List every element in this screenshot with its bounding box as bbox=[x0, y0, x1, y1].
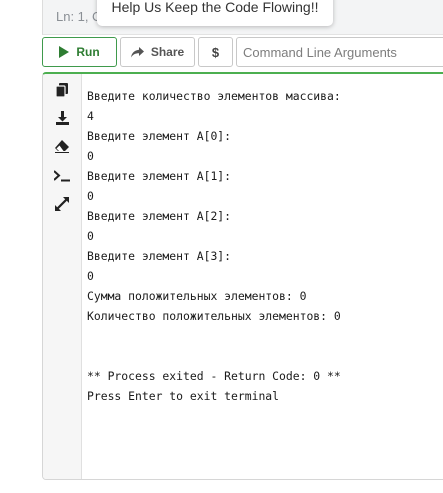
terminal-line: ** Process exited - Return Code: 0 ** bbox=[87, 369, 341, 383]
terminal-line: Количество положительных элементов: 0 bbox=[87, 309, 341, 323]
copy-icon[interactable] bbox=[54, 82, 70, 98]
share-button[interactable]: Share bbox=[120, 37, 195, 67]
terminal-line: Введите элемент A[0]: bbox=[87, 129, 232, 143]
terminal-toolbar bbox=[43, 74, 82, 479]
terminal-line: Введите элемент A[2]: bbox=[87, 209, 232, 223]
terminal-prompt-icon[interactable] bbox=[54, 168, 70, 184]
expand-icon[interactable] bbox=[54, 196, 70, 212]
terminal-line: 0 bbox=[87, 269, 94, 283]
play-icon bbox=[59, 46, 70, 58]
run-button-label: Run bbox=[76, 45, 100, 59]
clear-icon[interactable] bbox=[54, 138, 70, 154]
dollar-icon: $ bbox=[211, 44, 220, 60]
donate-tooltip: Help Us Keep the Code Flowing!! bbox=[97, 0, 333, 26]
terminal-line: Введите элемент A[3]: bbox=[87, 249, 232, 263]
cursor-position-label: Ln: 1, bbox=[56, 9, 89, 24]
terminal-line: 0 bbox=[87, 149, 94, 163]
share-icon bbox=[130, 46, 144, 57]
terminal-line: Введите количество элементов массива: bbox=[87, 89, 341, 103]
donate-button[interactable]: $ bbox=[198, 37, 233, 67]
run-button[interactable]: Run bbox=[42, 37, 117, 67]
terminal-line: 0 bbox=[87, 189, 94, 203]
terminal-line: Введите элемент A[1]: bbox=[87, 169, 232, 183]
terminal-line: 0 bbox=[87, 229, 94, 243]
terminal-line: Сумма положительных элементов: 0 bbox=[87, 289, 307, 303]
command-line-arguments-input[interactable] bbox=[236, 37, 443, 67]
terminal-output[interactable]: Введите количество элементов массива: 4 Вв… bbox=[87, 86, 341, 406]
download-icon[interactable] bbox=[54, 110, 70, 126]
terminal-line: Press Enter to exit terminal bbox=[87, 389, 280, 403]
tooltip-text: Help Us Keep the Code Flowing!! bbox=[111, 0, 319, 15]
terminal-panel[interactable]: Введите количество элементов массива: 4 Вв… bbox=[42, 72, 443, 480]
terminal-line: 4 bbox=[87, 109, 94, 123]
share-button-label: Share bbox=[150, 45, 185, 59]
